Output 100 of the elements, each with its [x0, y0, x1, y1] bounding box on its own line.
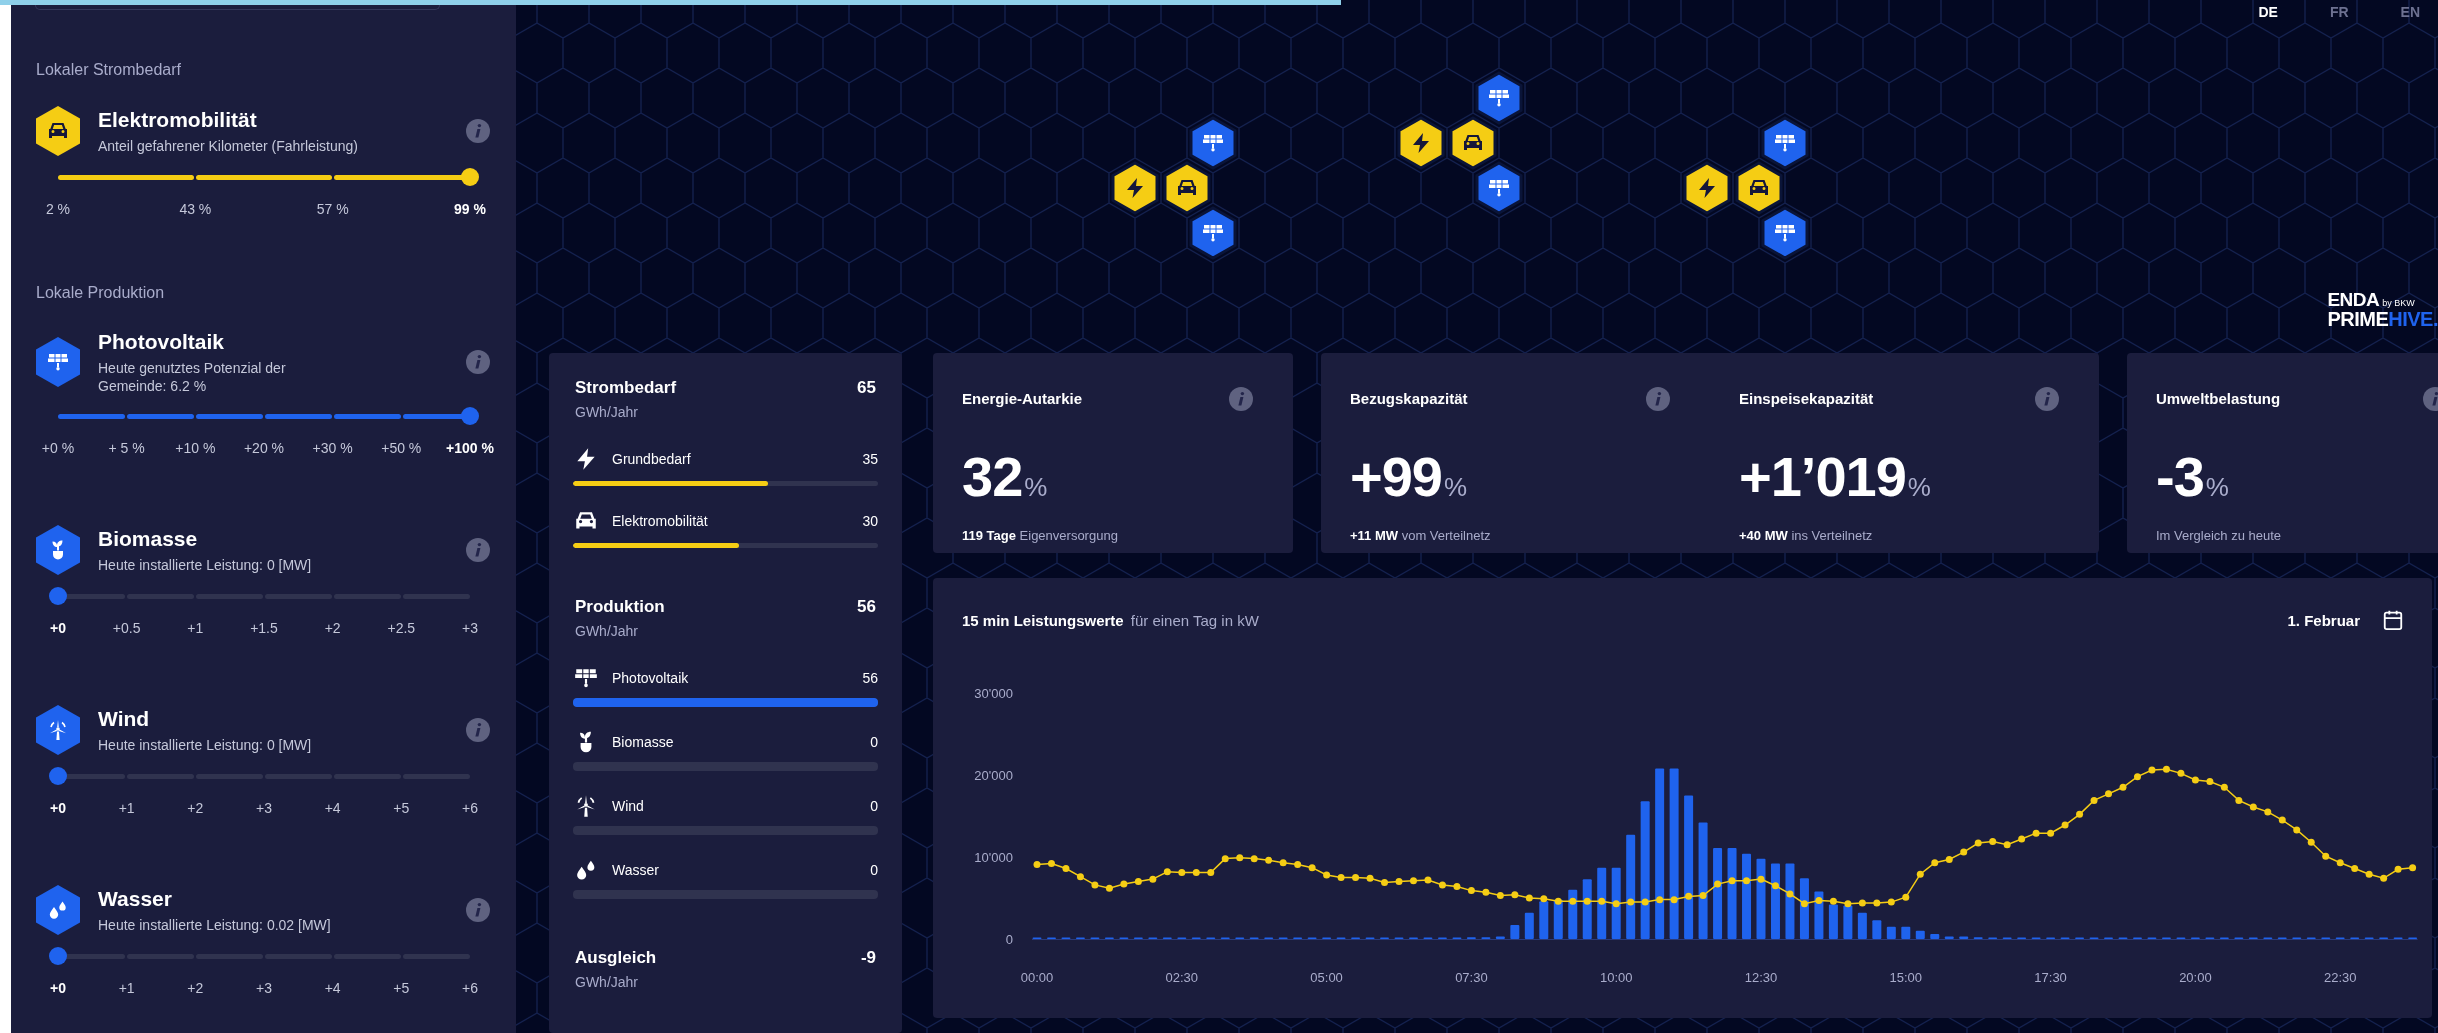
data-point [1381, 878, 1388, 886]
slider-tick-label[interactable]: +4 [324, 980, 341, 996]
slider-tick-label[interactable]: +20 % [243, 440, 284, 456]
slider-tick-label[interactable]: +2 [187, 800, 204, 816]
slider-tick-label[interactable]: + 5 % [108, 440, 145, 456]
slider-tick-label[interactable]: +1 [118, 800, 135, 816]
info-icon[interactable] [1646, 387, 1670, 411]
logo-title: ENDA [2327, 290, 2380, 309]
data-point [2249, 803, 2257, 811]
data-point [1395, 878, 1403, 886]
slider-tick-label[interactable]: +0 [50, 620, 66, 636]
language-link[interactable]: FR [2329, 3, 2349, 21]
info-icon[interactable] [466, 119, 490, 143]
slider-tick-label[interactable]: 99 % [454, 201, 486, 217]
slider-tick-label[interactable]: +30 % [312, 440, 353, 456]
data-point [1670, 896, 1678, 904]
data-point [1236, 854, 1244, 862]
info-icon[interactable] [466, 538, 490, 562]
data-point [1916, 870, 1924, 878]
data-point [1048, 860, 1055, 868]
data-point [1858, 899, 1866, 907]
data-point [1772, 882, 1779, 890]
info-icon[interactable] [1229, 387, 1253, 411]
data-point [1163, 868, 1171, 876]
data-point [1250, 855, 1258, 863]
data-point [1294, 860, 1302, 868]
data-point [1496, 892, 1504, 900]
chart-bar [1582, 879, 1592, 939]
slider-tick-label[interactable]: +4 [324, 800, 341, 816]
slider-tick-label[interactable]: +5 [393, 800, 410, 816]
sprout-icon [36, 525, 80, 575]
slider-tick-label[interactable]: +3 [461, 620, 478, 636]
slider-tick-label[interactable]: +2.5 [387, 620, 416, 636]
slider-tick-label[interactable]: +6 [461, 800, 478, 816]
slider-tick-label[interactable]: +1 [118, 980, 135, 996]
chart-bar [1872, 920, 1882, 939]
slider-tick-label[interactable]: +0.5 [112, 620, 141, 636]
data-point [1757, 875, 1765, 883]
chart-bar [1495, 936, 1505, 939]
unit-label: GWh/Jahr [574, 622, 639, 640]
slider-title: Wind [98, 706, 151, 732]
item-value: 56 [862, 669, 878, 688]
language-link[interactable]: EN [2400, 3, 2420, 21]
date-label[interactable]: 1. Februar [2287, 611, 2360, 629]
data-point [1062, 865, 1070, 872]
slider-tick-label[interactable]: +1 [187, 620, 204, 636]
kpi-title: Umweltbelastung [2156, 389, 2281, 409]
slider-tick-label[interactable]: +0 [50, 800, 66, 816]
slider-tick-label[interactable]: +2 [324, 620, 341, 636]
slider-tick-label[interactable]: +0 % [41, 440, 75, 456]
data-point [2336, 859, 2344, 867]
info-icon[interactable] [466, 350, 490, 374]
data-point [1091, 881, 1099, 889]
info-icon[interactable] [466, 898, 490, 922]
data-point [1511, 891, 1519, 899]
slider-tick-label[interactable]: +6 [461, 980, 478, 996]
data-point [1424, 876, 1432, 884]
slider-tick-label[interactable]: +2 [187, 980, 204, 996]
item-value: 0 [870, 733, 878, 752]
kpi-unit: % [2205, 471, 2229, 504]
slider-description: Heute installierte Leistung: 0.02 [MW] [98, 916, 332, 934]
data-point [1554, 897, 1562, 905]
slider-tick-label[interactable]: +100 % [446, 440, 494, 456]
data-point [2365, 870, 2373, 878]
calendar-icon[interactable] [2382, 609, 2404, 631]
chart-bar [1568, 889, 1578, 939]
slider-title: Elektromobilität [98, 107, 258, 133]
data-point [1178, 869, 1186, 877]
slider-tick-label[interactable]: +0 [50, 980, 66, 996]
slider-tick-label[interactable]: 43 % [179, 201, 212, 217]
slider-tick-label[interactable]: +5 [393, 980, 410, 996]
data-point [2220, 783, 2228, 791]
chart-bar [1828, 904, 1838, 939]
axis-label: 10:00 [1599, 970, 1633, 985]
info-icon[interactable] [2035, 387, 2059, 411]
slider-description: Heute installierte Leistung: 0 [MW] [98, 736, 313, 754]
data-point [2076, 810, 2084, 818]
language-link[interactable]: DE [2258, 3, 2278, 21]
slider-tick-label[interactable]: 2 % [45, 201, 71, 217]
data-point [2119, 783, 2127, 791]
kpi-value: 32 [962, 449, 1023, 505]
data-point [1786, 890, 1794, 898]
item-label: Biomasse [612, 733, 675, 752]
slider-tick-label[interactable]: +10 % [175, 440, 216, 456]
info-icon[interactable] [466, 718, 490, 742]
chart-bar [1915, 930, 1925, 939]
data-point [1627, 898, 1635, 906]
slider-tick-label[interactable]: +3 [256, 800, 272, 816]
slider-tick-label[interactable]: +50 % [381, 440, 422, 456]
slider-title: Biomasse [98, 526, 199, 552]
data-point [1352, 874, 1360, 881]
data-point [1525, 894, 1533, 902]
axis-label: 12:30 [1744, 970, 1778, 985]
data-point [1279, 859, 1287, 867]
data-point [2409, 864, 2417, 872]
data-point [1800, 900, 1808, 908]
slider-tick-label[interactable]: 57 % [316, 201, 349, 217]
data-point [1931, 859, 1939, 867]
slider-tick-label[interactable]: +1.5 [250, 620, 278, 636]
slider-tick-label[interactable]: +3 [256, 980, 272, 996]
